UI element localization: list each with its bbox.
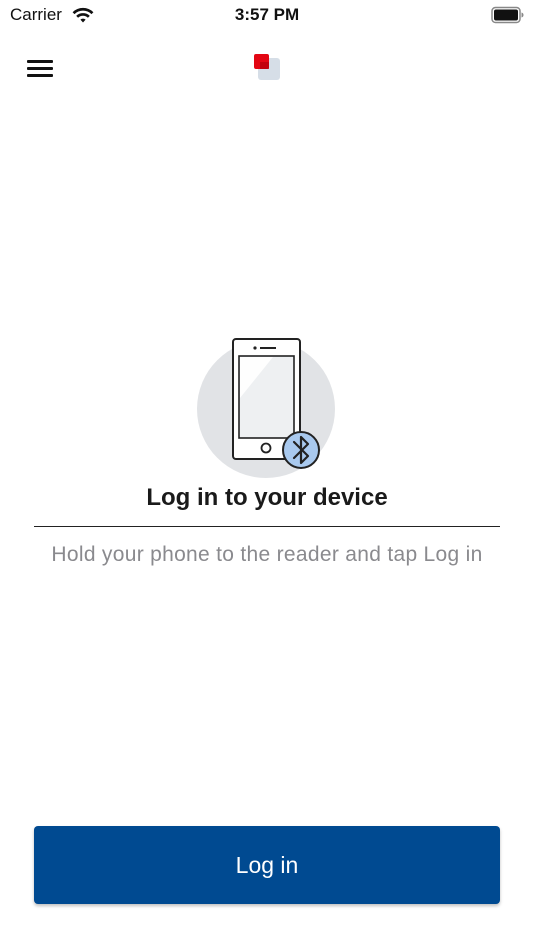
instructions-text: Hold your phone to the reader and tap Lo… xyxy=(51,543,483,566)
divider xyxy=(34,526,500,527)
status-bar: Carrier 3:57 PM xyxy=(0,0,534,30)
battery-icon xyxy=(491,6,524,24)
page-title: Log in to your device xyxy=(146,484,388,511)
app-logo-icon xyxy=(254,54,280,80)
clock: 3:57 PM xyxy=(234,5,300,24)
phone-bluetooth-icon xyxy=(197,338,335,478)
login-button[interactable]: Log in xyxy=(34,826,500,904)
login-screen: Carrier 3:57 PM Log in to your device Ho… xyxy=(0,0,534,950)
hamburger-menu-icon[interactable] xyxy=(22,52,58,84)
